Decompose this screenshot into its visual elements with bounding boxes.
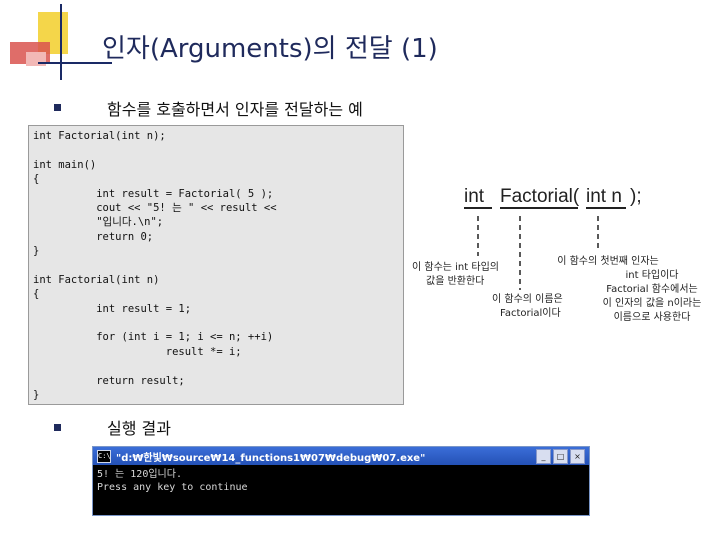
code-line: return 0;	[33, 230, 154, 243]
code-line: "입니다.\n";	[33, 216, 164, 229]
decor-vertical-line	[60, 4, 62, 80]
annotation-function-name: 이 함수의 이름은	[492, 293, 563, 305]
signature-parameter: int n	[586, 186, 622, 207]
code-line: for (int i = 1; i <= n; ++i)	[33, 331, 274, 344]
console-window: C:\ "d:₩한빛₩source₩14_functions1₩07₩debug…	[92, 446, 590, 516]
code-block: int Factorial(int n); int main() { int r…	[28, 125, 404, 405]
bullet-square-icon	[54, 104, 61, 111]
code-line: int Factorial(int n)	[33, 273, 160, 286]
code-line: }	[33, 245, 40, 258]
function-signature-diagram: int Factorial( int n ); 이 함수는 int 타입의 값을…	[412, 186, 702, 323]
slide-title: 인자(Arguments)의 전달 (1)	[102, 34, 438, 64]
code-line: {	[33, 288, 40, 301]
console-output-line: Press any key to continue	[97, 482, 248, 493]
console-output-line: 5! 는 120입니다.	[97, 469, 182, 480]
code-line: int result = 1;	[33, 302, 192, 315]
code-line: int Factorial(int n);	[33, 130, 166, 142]
console-output: 5! 는 120입니다. Press any key to continue	[93, 465, 589, 497]
bullet-square-icon	[54, 424, 61, 431]
code-line: int main()	[33, 158, 97, 171]
annotation-parameter: int 타입이다	[625, 268, 678, 281]
annotation-parameter: 이 함수의 첫번째 인자는	[557, 255, 659, 267]
annotation-parameter: Factorial 함수에서는	[606, 283, 697, 295]
code-line: result *= i;	[33, 345, 242, 358]
annotation-parameter: 이 인자의 값을 n이라는	[603, 297, 702, 309]
code-line: cout << "5! 는 " << result <<	[33, 201, 277, 214]
code-line: {	[33, 173, 40, 186]
code-line: return result;	[33, 374, 185, 387]
code-line: int result = Factorial( 5 );	[33, 187, 274, 200]
annotation-function-name: Factorial이다	[500, 307, 561, 319]
signature-return-type: int	[464, 186, 485, 207]
annotation-return-type: 이 함수는 int 타입의	[412, 260, 499, 273]
close-button[interactable]: ×	[570, 448, 585, 464]
bullet-text-result: 실행 결과	[107, 419, 171, 438]
signature-function-name: Factorial(	[500, 186, 580, 207]
signature-close: );	[630, 186, 642, 207]
console-title: "d:₩한빛₩source₩14_functions1₩07₩debug₩07.…	[116, 452, 426, 464]
bullet-text-example: 함수를 호출하면서 인자를 전달하는 예	[107, 100, 363, 119]
decor-horizontal-line	[38, 62, 112, 64]
maximize-button[interactable]: □	[553, 448, 568, 464]
annotation-parameter: 이름으로 사용한다	[614, 311, 691, 323]
console-app-icon: C:\	[97, 449, 111, 463]
code-line: }	[33, 389, 40, 402]
minimize-button[interactable]: _	[536, 448, 551, 464]
console-title-bar[interactable]: C:\ "d:₩한빛₩source₩14_functions1₩07₩debug…	[93, 447, 589, 465]
annotation-return-type: 값을 반환한다	[426, 275, 484, 287]
